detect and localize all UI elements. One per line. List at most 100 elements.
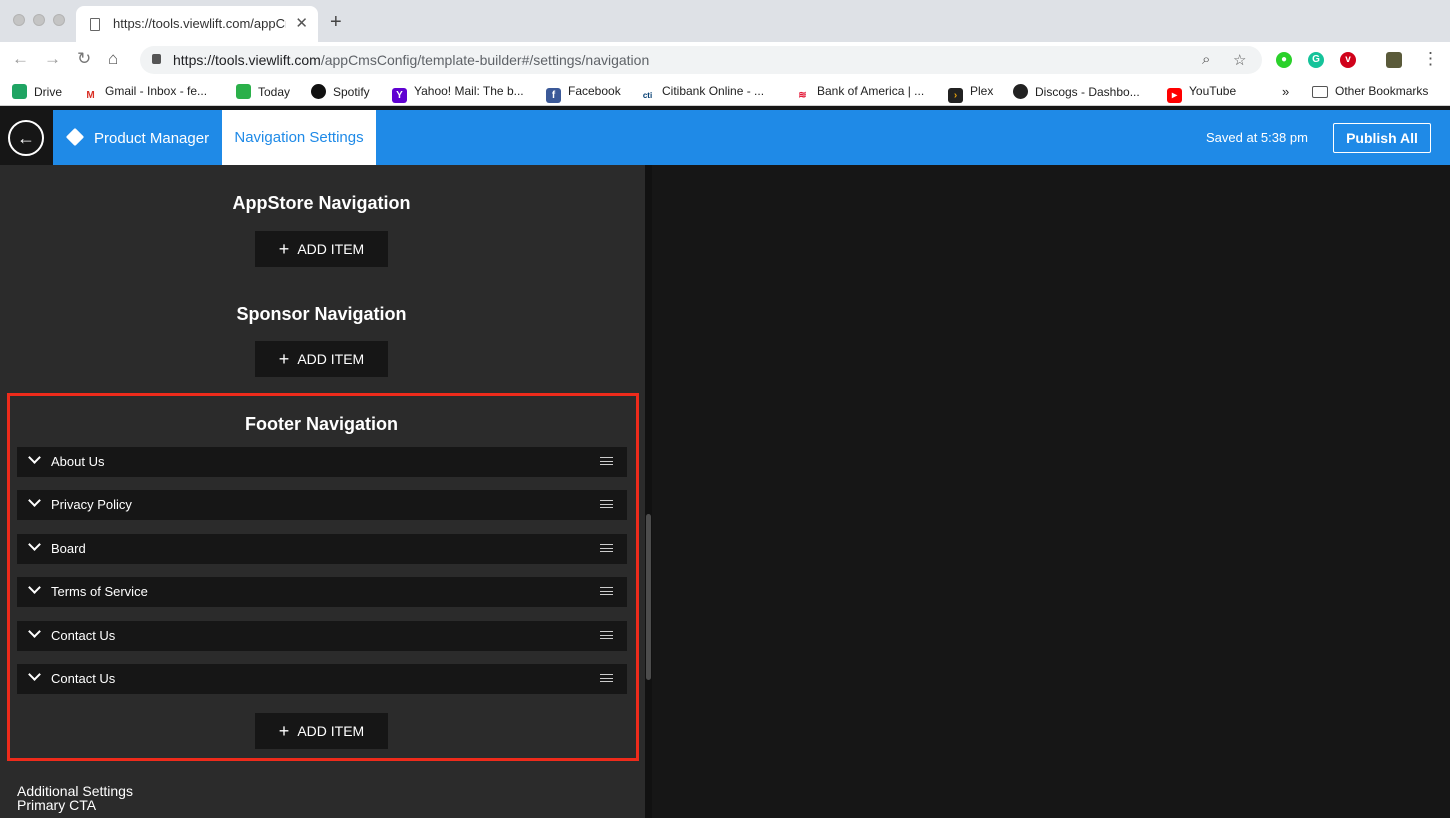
add-item-label: ADD ITEM: [297, 723, 365, 739]
bookmark-item[interactable]: Today: [236, 84, 290, 99]
bookmark-item[interactable]: Spotify: [311, 84, 370, 99]
youtube-icon: ▸: [1167, 88, 1182, 103]
sponsor-add-item-button[interactable]: + ADD ITEM: [255, 341, 388, 377]
bookmarks-bar: Drive M Gmail - Inbox - fe... Today Spoti…: [0, 78, 1450, 106]
discogs-icon: [1013, 84, 1028, 99]
bookmark-star-icon[interactable]: ☆: [1233, 51, 1246, 69]
bookmark-item[interactable]: ≋ Bank of America | ...: [795, 84, 924, 103]
publish-all-button[interactable]: Publish All: [1333, 123, 1431, 153]
bookmark-label: YouTube: [1189, 84, 1237, 98]
footer-nav-item[interactable]: Board: [17, 534, 627, 564]
bookmark-label: Bank of America | ...: [817, 84, 925, 98]
footer-nav-item-label: Board: [51, 541, 86, 556]
close-tab-icon[interactable]: ✕: [295, 14, 308, 32]
address-bar[interactable]: https://tools.viewlift.com/appCmsConfig/…: [140, 46, 1262, 74]
window-zoom-button[interactable]: [53, 14, 65, 26]
browser-tab[interactable]: https://tools.viewlift.com/appCmsConfig/…: [76, 6, 318, 42]
grammarly-icon[interactable]: G: [1308, 52, 1324, 68]
zoom-icon[interactable]: ⌕: [1202, 51, 1210, 68]
footer-nav-item-label: Contact Us: [51, 628, 116, 643]
footer-nav-item[interactable]: Contact Us: [17, 621, 627, 651]
tab-navigation-settings[interactable]: Navigation Settings: [222, 110, 376, 165]
chevron-down-icon[interactable]: [28, 581, 41, 594]
footer-nav-item-label: About Us: [51, 454, 105, 469]
bookmark-item[interactable]: › Plex: [948, 84, 993, 103]
add-item-label: ADD ITEM: [297, 241, 365, 257]
bookmark-item[interactable]: Drive: [12, 84, 62, 99]
footer-nav-item[interactable]: About Us: [17, 447, 627, 477]
url-path: /appCmsConfig/template-builder#/settings…: [320, 52, 650, 68]
back-arrow-icon[interactable]: ←: [12, 49, 29, 69]
window-close-button[interactable]: [13, 14, 25, 26]
back-button[interactable]: ←: [0, 110, 53, 165]
drag-handle-icon[interactable]: [600, 587, 613, 595]
drag-handle-icon[interactable]: [600, 457, 613, 465]
chevron-down-icon[interactable]: [28, 625, 41, 638]
plex-icon: ›: [948, 88, 963, 103]
drive-icon: [12, 84, 27, 99]
other-bookmarks-folder[interactable]: Other Bookmarks: [1312, 84, 1428, 98]
panel-divider[interactable]: [645, 165, 652, 818]
back-arrow-icon: ←: [8, 120, 44, 156]
footer-add-item-button[interactable]: + ADD ITEM: [255, 713, 388, 749]
extension-red-icon[interactable]: v: [1340, 52, 1356, 68]
panel-scrollbar[interactable]: [646, 514, 651, 680]
product-manager-link[interactable]: Product Manager: [65, 127, 210, 147]
drag-handle-icon[interactable]: [600, 674, 613, 682]
bookmark-item[interactable]: ▸ YouTube: [1167, 84, 1236, 103]
drag-handle-icon[interactable]: [600, 631, 613, 639]
citi-icon: cti: [640, 88, 655, 103]
facebook-icon: f: [546, 88, 561, 103]
bookmark-label: Discogs - Dashbo...: [1035, 85, 1140, 99]
url-host: https://tools.viewlift.com: [173, 52, 321, 68]
footer-nav-item[interactable]: Privacy Policy: [17, 490, 627, 520]
product-manager-label: Product Manager: [94, 130, 210, 147]
new-tab-button[interactable]: +: [330, 11, 342, 34]
bookmark-item[interactable]: cti Citibank Online - ...: [640, 84, 764, 103]
bookmark-item[interactable]: M Gmail - Inbox - fe...: [83, 84, 207, 103]
bookmark-label: Spotify: [333, 85, 370, 99]
bookmark-item[interactable]: Discogs - Dashbo...: [1013, 84, 1140, 99]
home-icon[interactable]: ⌂: [108, 49, 118, 69]
chevron-down-icon[interactable]: [28, 451, 41, 464]
other-bookmarks-label: Other Bookmarks: [1335, 84, 1429, 98]
browser-menu-icon[interactable]: ⋮: [1422, 49, 1439, 69]
profile-avatar[interactable]: [1386, 52, 1402, 68]
browser-toolbar: ← → ↻ ⌂ https://tools.viewlift.com/appCm…: [0, 42, 1450, 78]
primary-cta-label: Primary CTA: [17, 797, 97, 813]
add-item-label: ADD ITEM: [297, 351, 365, 367]
footer-navigation-title: Footer Navigation: [244, 414, 398, 434]
extension-green-icon[interactable]: ●: [1276, 52, 1292, 68]
boa-icon: ≋: [795, 88, 810, 103]
chevron-down-icon[interactable]: [28, 494, 41, 507]
bookmark-label: Drive: [34, 85, 63, 99]
browser-tab-strip: https://tools.viewlift.com/appCmsConfig/…: [0, 0, 1450, 42]
bookmark-label: Gmail - Inbox - fe...: [105, 84, 208, 98]
footer-nav-item[interactable]: Contact Us: [17, 664, 627, 694]
preview-pane: [652, 165, 1450, 818]
forward-arrow-icon[interactable]: →: [44, 49, 61, 69]
today-icon: [236, 84, 251, 99]
url-text: https://tools.viewlift.com/appCmsConfig/…: [173, 52, 649, 68]
lock-icon: [152, 54, 161, 64]
bookmark-label: Yahoo! Mail: The b...: [414, 84, 524, 98]
window-minimize-button[interactable]: [33, 14, 45, 26]
additional-settings-section: Additional Settings Primary CTA: [17, 784, 133, 812]
bookmark-item[interactable]: f Facebook: [546, 84, 621, 103]
folder-icon: [1312, 86, 1328, 98]
appstore-add-item-button[interactable]: + ADD ITEM: [255, 231, 388, 267]
chevron-down-icon[interactable]: [28, 668, 41, 681]
footer-nav-item[interactable]: Terms of Service: [17, 577, 627, 607]
drag-handle-icon[interactable]: [600, 500, 613, 508]
bookmark-item[interactable]: Y Yahoo! Mail: The b...: [392, 84, 524, 103]
plus-icon: +: [278, 349, 290, 369]
more-bookmarks-icon[interactable]: »: [1282, 84, 1289, 99]
reload-icon[interactable]: ↻: [77, 49, 91, 69]
bookmark-label: Facebook: [568, 84, 621, 98]
gmail-icon: M: [83, 88, 98, 103]
footer-nav-item-label: Terms of Service: [51, 584, 148, 599]
spotify-icon: [311, 84, 326, 99]
drag-handle-icon[interactable]: [600, 544, 613, 552]
footer-nav-item-label: Contact Us: [51, 671, 116, 686]
chevron-down-icon[interactable]: [28, 538, 41, 551]
